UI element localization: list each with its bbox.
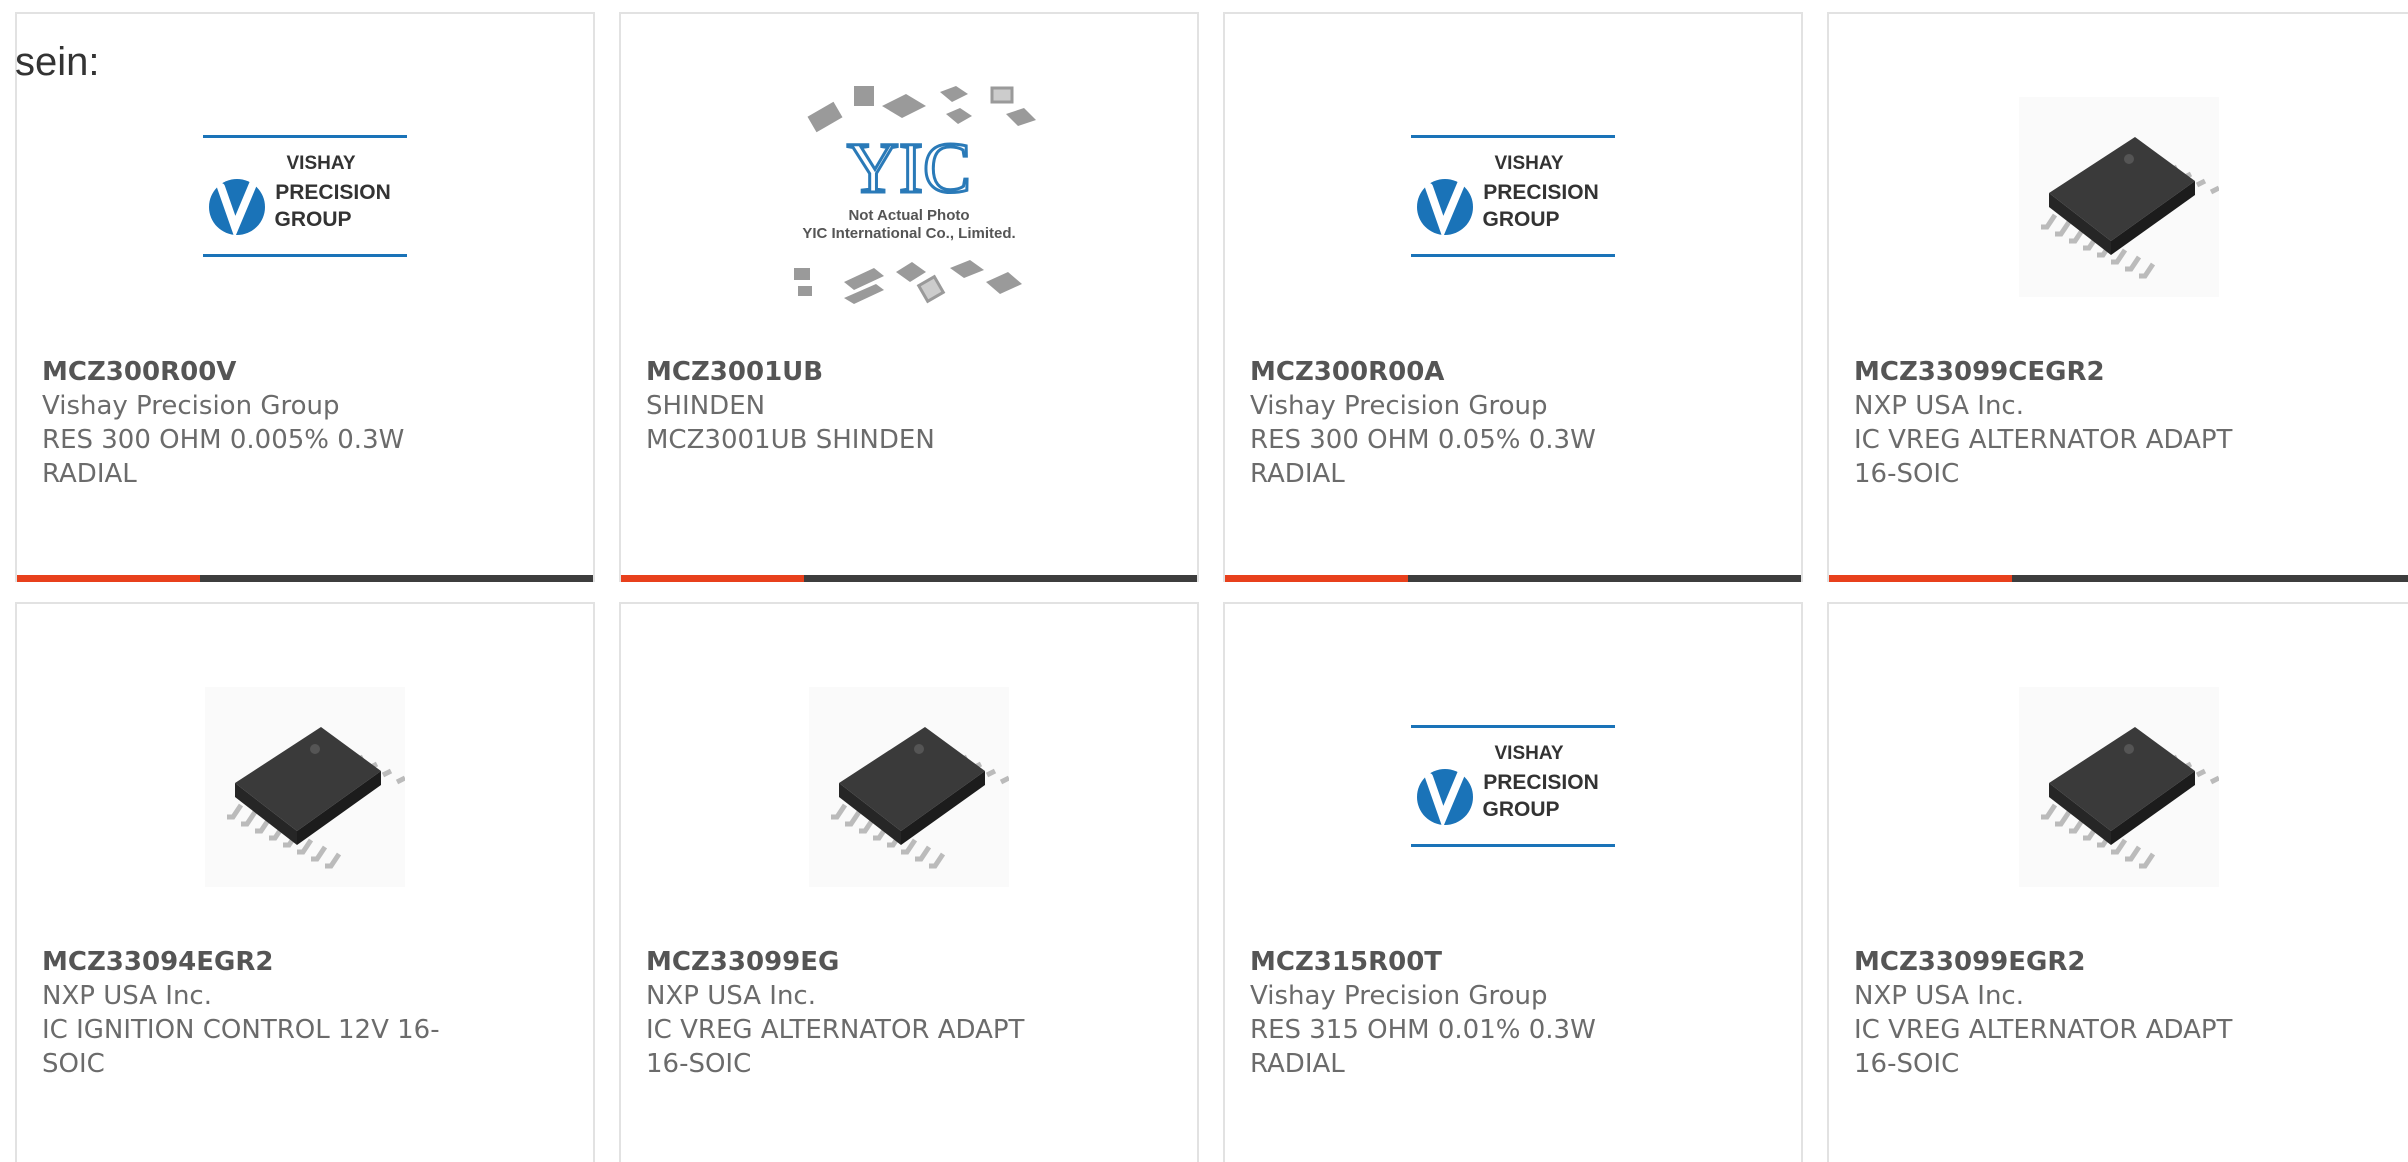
part-number-link[interactable]: MCZ33099CEGR2 <box>1854 355 2274 389</box>
product-info: MCZ33094EGR2 NXP USA Inc. IC IGNITION CO… <box>42 945 462 1081</box>
card-bar <box>1225 575 1801 582</box>
vishay-logo-icon: VISHAY PRECISION GROUP <box>1411 135 1615 257</box>
description: RES 300 OHM 0.05% 0.3W RADIAL <box>1250 425 1596 489</box>
product-image[interactable] <box>170 662 440 912</box>
product-card[interactable]: VISHAY PRECISION GROUP MCZ315R00T Vishay… <box>1223 602 1803 1162</box>
description: RES 315 OHM 0.01% 0.3W RADIAL <box>1250 1015 1596 1079</box>
svg-text:YIC International Co., Limited: YIC International Co., Limited. <box>802 225 1015 242</box>
manufacturer: Vishay Precision Group <box>1250 981 1548 1011</box>
product-info: MCZ300R00V Vishay Precision Group RES 30… <box>42 355 462 491</box>
part-number-link[interactable]: MCZ33099EG <box>646 945 1066 979</box>
part-number-link[interactable]: MCZ300R00A <box>1250 355 1670 389</box>
manufacturer: SHINDEN <box>646 391 766 421</box>
product-info: MCZ33099EGR2 NXP USA Inc. IC VREG ALTERN… <box>1854 945 2274 1081</box>
part-number-link[interactable]: MCZ3001UB <box>646 355 1066 389</box>
svg-text:PRECISION: PRECISION <box>275 181 391 204</box>
svg-text:PRECISION: PRECISION <box>1483 181 1599 204</box>
svg-text:GROUP: GROUP <box>1482 798 1559 821</box>
card-bar-accent <box>1225 575 1408 582</box>
description: IC VREG ALTERNATOR ADAPT 16-SOIC <box>1854 425 2233 489</box>
product-info: MCZ3001UB SHINDEN MCZ3001UB SHINDEN <box>646 355 1066 457</box>
product-card[interactable]: MCZ33099EG NXP USA Inc. IC VREG ALTERNAT… <box>619 602 1199 1162</box>
product-image[interactable]: VISHAY PRECISION GROUP <box>1378 662 1648 912</box>
part-number-link[interactable]: MCZ315R00T <box>1250 945 1670 979</box>
vishay-logo-icon: VISHAY PRECISION GROUP <box>1411 725 1615 847</box>
card-bar <box>621 575 1197 582</box>
card-bar-accent <box>621 575 804 582</box>
product-image[interactable]: VISHAY PRECISION GROUP <box>170 72 440 322</box>
soic-chip-icon <box>2018 97 2219 297</box>
product-card[interactable]: VISHAY PRECISION GROUP MCZ300R00A Vishay… <box>1223 12 1803 582</box>
product-card[interactable]: MCZ33099CEGR2 NXP USA Inc. IC VREG ALTER… <box>1827 12 2408 582</box>
product-info: MCZ33099CEGR2 NXP USA Inc. IC VREG ALTER… <box>1854 355 2274 491</box>
vishay-logo-icon: VISHAY PRECISION GROUP <box>203 135 407 257</box>
svg-text:GROUP: GROUP <box>274 208 351 231</box>
manufacturer: NXP USA Inc. <box>1854 981 2024 1011</box>
card-bar-accent <box>1829 575 2012 582</box>
description: MCZ3001UB SHINDEN <box>646 425 935 455</box>
soic-chip-icon <box>2018 687 2219 887</box>
product-info: MCZ300R00A Vishay Precision Group RES 30… <box>1250 355 1670 491</box>
product-card[interactable]: MCZ33094EGR2 NXP USA Inc. IC IGNITION CO… <box>15 602 595 1162</box>
yic-placeholder-icon: YIC Not Actual Photo YIC International C… <box>794 86 1036 304</box>
product-image[interactable]: VISHAY PRECISION GROUP <box>1378 72 1648 322</box>
product-info: MCZ315R00T Vishay Precision Group RES 31… <box>1250 945 1670 1081</box>
part-number-link[interactable]: MCZ33099EGR2 <box>1854 945 2274 979</box>
svg-text:YIC: YIC <box>847 128 971 208</box>
part-number-link[interactable]: MCZ300R00V <box>42 355 462 389</box>
manufacturer: NXP USA Inc. <box>1854 391 2024 421</box>
product-image[interactable] <box>1984 662 2254 912</box>
description: IC VREG ALTERNATOR ADAPT 16-SOIC <box>1854 1015 2233 1079</box>
soic-chip-icon <box>809 687 1009 887</box>
svg-text:VISHAY: VISHAY <box>1495 153 1564 174</box>
description: IC VREG ALTERNATOR ADAPT 16-SOIC <box>646 1015 1025 1079</box>
part-number-link[interactable]: MCZ33094EGR2 <box>42 945 462 979</box>
card-bar <box>17 575 593 582</box>
manufacturer: NXP USA Inc. <box>646 981 816 1011</box>
manufacturer: Vishay Precision Group <box>1250 391 1548 421</box>
product-info: MCZ33099EG NXP USA Inc. IC VREG ALTERNAT… <box>646 945 1066 1081</box>
product-image[interactable] <box>1984 72 2254 322</box>
product-grid: VISHAY PRECISION GROUP MCZ300R00V Vishay… <box>0 0 2408 1162</box>
soic-chip-icon <box>205 687 405 887</box>
product-card[interactable]: MCZ33099EGR2 NXP USA Inc. IC VREG ALTERN… <box>1827 602 2408 1162</box>
svg-text:GROUP: GROUP <box>1482 208 1559 231</box>
description: RES 300 OHM 0.005% 0.3W RADIAL <box>42 425 405 489</box>
product-image[interactable]: YIC Not Actual Photo YIC International C… <box>774 72 1044 322</box>
description: IC IGNITION CONTROL 12V 16-SOIC <box>42 1015 440 1079</box>
svg-text:VISHAY: VISHAY <box>287 153 356 174</box>
product-card[interactable]: VISHAY PRECISION GROUP MCZ300R00V Vishay… <box>15 12 595 582</box>
card-bar <box>1829 575 2408 582</box>
manufacturer: NXP USA Inc. <box>42 981 212 1011</box>
product-image[interactable] <box>774 662 1044 912</box>
svg-text:VISHAY: VISHAY <box>1495 743 1564 764</box>
svg-text:PRECISION: PRECISION <box>1483 771 1599 794</box>
manufacturer: Vishay Precision Group <box>42 391 340 421</box>
intro-text: sein: <box>15 40 100 84</box>
svg-text:Not Actual Photo: Not Actual Photo <box>848 207 969 224</box>
product-card[interactable]: YIC Not Actual Photo YIC International C… <box>619 12 1199 582</box>
card-bar-accent <box>17 575 200 582</box>
